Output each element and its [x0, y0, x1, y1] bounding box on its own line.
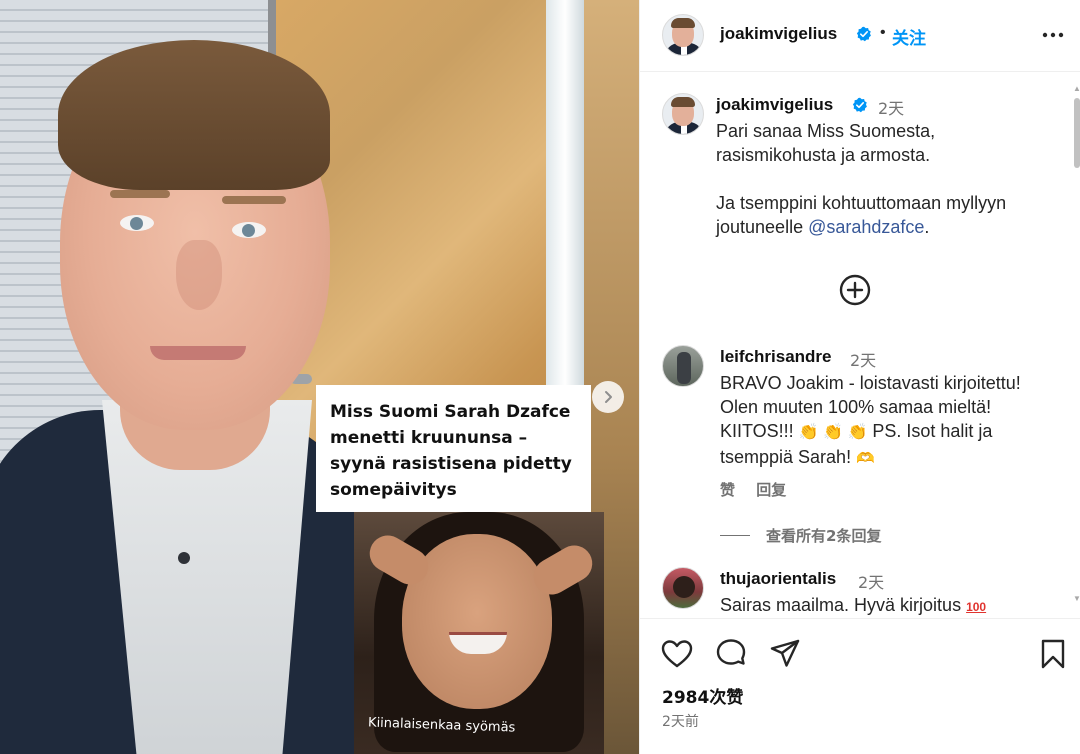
comment-bubble-icon[interactable] — [714, 637, 748, 671]
next-media-button[interactable] — [592, 381, 624, 413]
post-header: joakimvigelius • 关注 — [640, 0, 1080, 72]
comment-timestamp[interactable]: 2天 — [850, 347, 876, 371]
comments-scrollbar[interactable]: ▲ ▼ — [1073, 84, 1080, 604]
view-replies-label: 查看所有2条回复 — [766, 527, 882, 545]
scroll-up-arrow-icon[interactable]: ▲ — [1073, 84, 1080, 93]
person-nose — [176, 240, 222, 310]
share-paper-plane-icon[interactable] — [768, 637, 802, 671]
more-options-icon[interactable] — [1040, 22, 1066, 48]
bookmark-icon[interactable] — [1036, 637, 1070, 671]
likes-count[interactable]: 2984次赞 — [662, 683, 743, 708]
comment-username[interactable]: thujaorientalis — [720, 569, 836, 589]
avatar-hair — [671, 18, 695, 28]
verified-badge-icon — [856, 26, 871, 42]
comment-text: BRAVO Joakim - loistavasti kirjoitettu! … — [720, 371, 1060, 471]
header-username[interactable]: joakimvigelius — [720, 24, 837, 44]
shirt-button — [178, 552, 190, 564]
avatar-hair — [671, 97, 695, 107]
comment-text: Sairas maailma. Hyvä kirjoitus 100 — [720, 593, 1060, 617]
post-timestamp[interactable]: 2天前 — [662, 711, 699, 731]
background-glass-panel — [546, 0, 584, 420]
chevron-right-icon — [605, 391, 612, 403]
avatar-figure — [677, 352, 691, 384]
post-media[interactable]: Miss Suomi Sarah Dzafce menetti kruununs… — [0, 0, 639, 754]
comment-username[interactable]: leifchrisandre — [720, 347, 832, 367]
news-headline-card: Miss Suomi Sarah Dzafce menetti kruununs… — [316, 385, 591, 512]
caption-text: Pari sanaa Miss Suomesta, rasismikohusta… — [716, 119, 1066, 239]
verified-badge-icon — [852, 97, 867, 113]
post-actions-bar: 2984次赞 2天前 — [640, 618, 1080, 754]
comment-item: leifchrisandre 2天 BRAVO Joakim - loistav… — [662, 345, 1062, 545]
caption-avatar[interactable] — [662, 93, 704, 135]
follow-button[interactable]: 关注 — [892, 24, 926, 49]
clapping-hands-icon: 👏 👏 👏 — [798, 424, 868, 441]
header-avatar[interactable] — [662, 14, 704, 56]
plus-circle-icon[interactable] — [838, 273, 872, 307]
view-replies-button[interactable]: 查看所有2条回复 — [720, 525, 881, 546]
avatar-figure — [673, 576, 695, 598]
post-details-panel: joakimvigelius • 关注 joakimvigelius 2天 Pa… — [639, 0, 1080, 754]
comment-actions: 赞 回复 — [720, 479, 802, 500]
person-right-eye — [232, 222, 266, 238]
person-mouth — [150, 346, 246, 360]
comment-reply-button[interactable]: 回复 — [756, 481, 786, 499]
caption-trailing: . — [924, 217, 930, 237]
replies-divider-line — [720, 535, 750, 536]
inset-video-frame: Kiinalaisenkaa syömäs — [354, 512, 604, 754]
person-hair — [58, 40, 330, 190]
comment-item: thujaorientalis 2天 Sairas maailma. Hyvä … — [662, 567, 1062, 617]
comment-like-button[interactable]: 赞 — [720, 481, 735, 499]
scroll-thumb[interactable] — [1074, 98, 1080, 168]
comments-scroll-area[interactable]: joakimvigelius 2天 Pari sanaa Miss Suomes… — [640, 73, 1080, 617]
heart-hands-icon: 🫶 — [856, 450, 875, 467]
caption-mention-link[interactable]: @sarahdzafce — [808, 217, 924, 237]
news-headline-text: Miss Suomi Sarah Dzafce menetti kruununs… — [330, 402, 572, 500]
comment-avatar[interactable] — [662, 345, 704, 387]
heart-icon[interactable] — [660, 637, 694, 671]
scroll-down-arrow-icon[interactable]: ▼ — [1073, 594, 1080, 603]
person-left-eyebrow — [110, 190, 170, 198]
caption-timestamp[interactable]: 2天 — [878, 95, 904, 119]
comment-text-part: Sairas maailma. Hyvä kirjoitus — [720, 595, 967, 615]
caption-username[interactable]: joakimvigelius — [716, 95, 833, 115]
person-left-eye — [120, 215, 154, 231]
header-separator: • — [880, 24, 886, 41]
comment-avatar[interactable] — [662, 567, 704, 609]
person-right-eyebrow — [222, 196, 286, 204]
hundred-points-icon: 100 — [966, 600, 987, 614]
comment-timestamp[interactable]: 2天 — [858, 569, 884, 593]
